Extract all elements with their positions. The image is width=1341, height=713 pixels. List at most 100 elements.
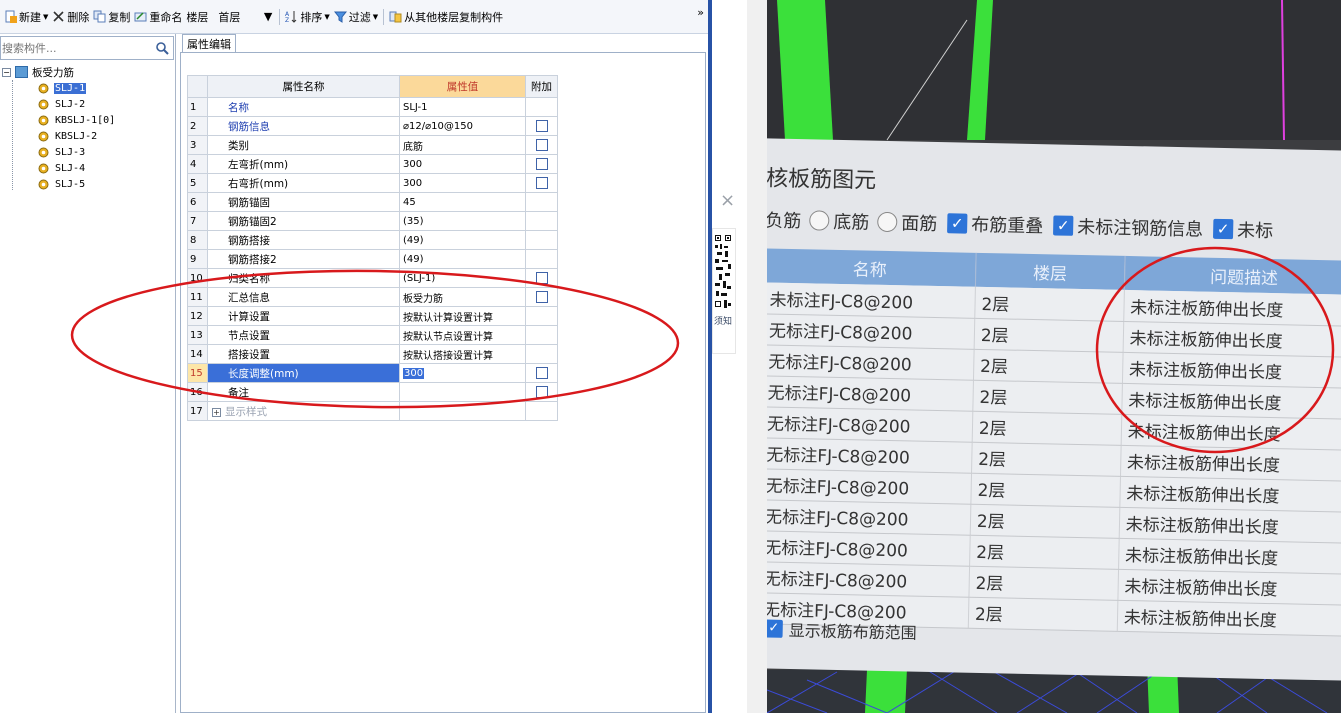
- issue-name: 无标注FJ-C8@200: [767, 313, 975, 349]
- issue-description: 未标注板筋伸出长度: [1117, 568, 1341, 605]
- gear-icon: [38, 115, 49, 125]
- property-value[interactable]: 按默认计算设置计算: [399, 306, 526, 326]
- property-row[interactable]: 3 类别 底筋: [187, 135, 558, 155]
- extra-cell: [525, 154, 558, 174]
- property-row[interactable]: 8 钢筋搭接 (49): [187, 230, 558, 250]
- extra-checkbox[interactable]: [535, 177, 548, 189]
- property-row[interactable]: 15 长度调整(mm) 300: [187, 363, 558, 383]
- tree-item-label: SLJ-3: [55, 146, 86, 158]
- qr-panel[interactable]: 须知: [712, 228, 736, 354]
- search-icon[interactable]: [151, 37, 173, 59]
- search-input[interactable]: [1, 38, 151, 58]
- extra-checkbox[interactable]: [535, 120, 548, 132]
- property-value[interactable]: 300: [399, 154, 526, 174]
- property-name: 右弯折(mm): [207, 173, 400, 193]
- extra-checkbox[interactable]: [535, 386, 548, 398]
- checkbox-checked-icon[interactable]: ✓: [1212, 218, 1234, 240]
- filter-option: 面筋: [901, 213, 938, 236]
- issue-name-header: 名称: [767, 248, 977, 287]
- property-row[interactable]: 4 左弯折(mm) 300: [187, 154, 558, 174]
- tree-root[interactable]: − 板受力筋: [2, 64, 174, 80]
- issue-floor: 2层: [971, 441, 1121, 476]
- property-row[interactable]: 7 钢筋锚固2 (35): [187, 211, 558, 231]
- tree-item[interactable]: SLJ-1: [2, 80, 174, 96]
- property-row[interactable]: 13 节点设置 按默认节点设置计算: [187, 325, 558, 345]
- rename-button[interactable]: 重命名: [132, 6, 184, 28]
- tree-item-label: SLJ-1: [54, 82, 87, 94]
- row-number: 2: [187, 116, 208, 136]
- row-number: 1: [187, 97, 208, 117]
- filter-button[interactable]: 过滤 ▼: [332, 6, 380, 28]
- property-value[interactable]: 按默认搭接设置计算: [399, 344, 526, 364]
- property-value[interactable]: (SLJ-1): [399, 268, 526, 288]
- tree-item[interactable]: KBSLJ-2: [2, 128, 174, 144]
- property-row[interactable]: 12 计算设置 按默认计算设置计算: [187, 306, 558, 326]
- property-row[interactable]: 17 + 显示样式: [187, 401, 558, 421]
- checkbox-checked-icon[interactable]: ✓: [767, 619, 783, 638]
- extra-checkbox[interactable]: [535, 158, 548, 170]
- tree-item[interactable]: SLJ-4: [2, 160, 174, 176]
- property-value[interactable]: 300: [399, 363, 526, 383]
- check-dialog: 核板筋图元 负筋 底筋 面筋 ✓ 布筋重叠 ✓ 未标注钢筋信息 ✓ 未标 名称 …: [767, 138, 1341, 681]
- property-value[interactable]: 底筋: [399, 135, 526, 155]
- tree-item[interactable]: KBSLJ-1[0]: [2, 112, 174, 128]
- issue-name: 无标注FJ-C8@200: [767, 437, 973, 473]
- extra-checkbox[interactable]: [535, 291, 548, 303]
- property-row[interactable]: 5 右弯折(mm) 300: [187, 173, 558, 193]
- property-row[interactable]: 16 备注: [187, 382, 558, 402]
- tree-item[interactable]: SLJ-3: [2, 144, 174, 160]
- property-row[interactable]: 11 汇总信息 板受力筋: [187, 287, 558, 307]
- toolbar-more-button[interactable]: »: [697, 6, 704, 19]
- issue-floor-header: 楼层: [975, 252, 1125, 290]
- property-value[interactable]: 按默认节点设置计算: [399, 325, 526, 345]
- tree-item[interactable]: SLJ-5: [2, 176, 174, 192]
- property-value[interactable]: 45: [399, 192, 526, 212]
- property-row[interactable]: 1 名称 SLJ-1: [187, 97, 558, 117]
- property-row[interactable]: 2 钢筋信息 ⌀12/⌀10@150: [187, 116, 558, 136]
- property-value[interactable]: 板受力筋: [399, 287, 526, 307]
- copy-button[interactable]: 复制: [91, 6, 132, 28]
- property-row[interactable]: 10 归类名称 (SLJ-1): [187, 268, 558, 288]
- extra-cell: [525, 287, 558, 307]
- property-name-text: 计算设置: [228, 310, 270, 323]
- extra-checkbox[interactable]: [535, 367, 548, 379]
- property-row[interactable]: 9 钢筋搭接2 (49): [187, 249, 558, 269]
- property-value[interactable]: [399, 382, 526, 402]
- gutter: [747, 0, 767, 713]
- collapse-icon[interactable]: −: [2, 67, 11, 77]
- property-row[interactable]: 6 钢筋锚固 45: [187, 192, 558, 212]
- radio-icon[interactable]: [809, 210, 830, 231]
- toolbar-separator: [279, 8, 281, 25]
- show-range-option[interactable]: ✓ 显示板筋布筋范围: [767, 616, 917, 643]
- radio-icon[interactable]: [877, 211, 898, 233]
- extra-checkbox[interactable]: [535, 272, 548, 284]
- delete-icon: [53, 11, 64, 22]
- issue-name: 未标注FJ-C8@200: [767, 282, 976, 318]
- issue-floor: 2层: [974, 286, 1125, 321]
- property-name-header: 属性名称: [207, 75, 400, 98]
- chevron-down-icon: ▼: [263, 10, 273, 23]
- extra-checkbox[interactable]: [535, 139, 548, 151]
- floor-select[interactable]: 首层 ▼: [214, 8, 276, 26]
- property-value[interactable]: SLJ-1: [399, 97, 526, 117]
- close-icon[interactable]: ×: [720, 190, 735, 211]
- sort-button[interactable]: AZ 排序 ▼: [283, 6, 331, 28]
- expand-icon[interactable]: +: [212, 407, 221, 417]
- property-name-text: 钢筋锚固2: [228, 215, 277, 228]
- property-value[interactable]: [399, 401, 526, 421]
- delete-button[interactable]: 删除: [50, 6, 91, 28]
- property-value[interactable]: (35): [399, 211, 526, 231]
- property-row[interactable]: 14 搭接设置 按默认搭接设置计算: [187, 344, 558, 364]
- new-button[interactable]: 新建 ▼: [2, 6, 50, 28]
- property-value[interactable]: (49): [399, 230, 526, 250]
- tab-property-editor[interactable]: 属性编辑: [182, 34, 236, 52]
- svg-text:Z: Z: [285, 17, 289, 23]
- property-value[interactable]: ⌀12/⌀10@150: [399, 116, 526, 136]
- property-name: 归类名称: [207, 268, 400, 288]
- property-value[interactable]: 300: [399, 173, 526, 193]
- tree-item[interactable]: SLJ-2: [2, 96, 174, 112]
- checkbox-checked-icon[interactable]: ✓: [947, 213, 968, 234]
- checkbox-checked-icon[interactable]: ✓: [1053, 215, 1074, 236]
- copy-from-floor-button[interactable]: 从其他楼层复制构件: [387, 6, 505, 28]
- property-value[interactable]: (49): [399, 249, 526, 269]
